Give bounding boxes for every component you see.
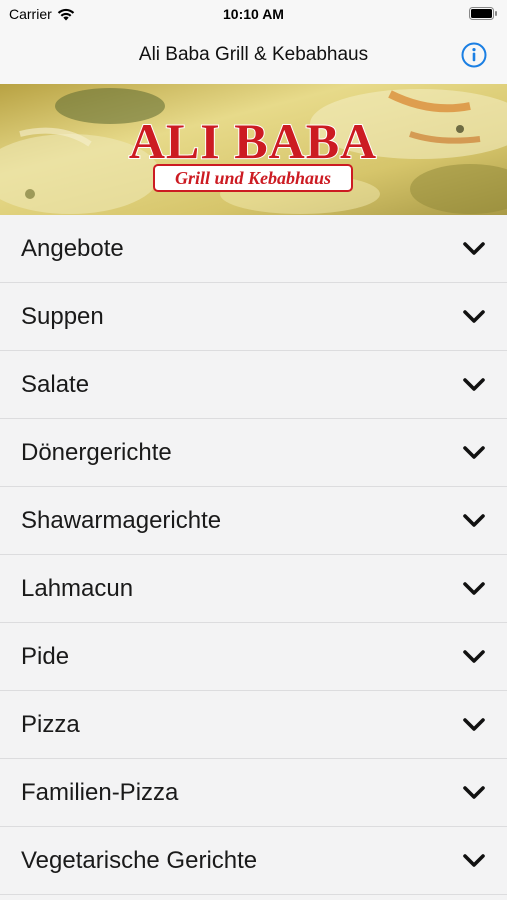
menu-category-row[interactable]: Pide bbox=[0, 623, 507, 691]
page-title: Ali Baba Grill & Kebabhaus bbox=[138, 44, 369, 65]
chevron-down-icon[interactable] bbox=[462, 241, 486, 257]
ali-baba-logo: ALI BABA Grill und Kebabhaus bbox=[128, 112, 377, 192]
menu-category-list: Angebote Suppen Salate Dönergerichte Shawarm… bbox=[0, 215, 507, 895]
restaurant-banner: ALI BABA Grill und Kebabhaus bbox=[0, 84, 507, 215]
logo-title: ALI BABA bbox=[129, 113, 377, 169]
chevron-down-icon[interactable] bbox=[462, 785, 486, 801]
menu-category-label: Dönergerichte bbox=[21, 439, 172, 466]
status-time: 10:10 AM bbox=[223, 6, 284, 22]
menu-category-label: Suppen bbox=[21, 303, 104, 330]
menu-category-label: Angebote bbox=[21, 235, 124, 262]
battery-icon bbox=[469, 7, 497, 20]
menu-category-row[interactable]: Familien-Pizza bbox=[0, 759, 507, 827]
navigation-bar: Ali Baba Grill & Kebabhaus bbox=[0, 27, 507, 84]
status-bar: Carrier 10:10 AM bbox=[0, 0, 507, 27]
menu-category-label: Shawarmagerichte bbox=[21, 507, 222, 534]
menu-category-label: Pizza bbox=[21, 711, 80, 738]
chevron-down-icon[interactable] bbox=[462, 581, 486, 597]
menu-category-row[interactable]: Vegetarische Gerichte bbox=[0, 827, 507, 895]
menu-category-label: Salate bbox=[21, 371, 90, 398]
info-icon[interactable] bbox=[461, 42, 487, 68]
menu-category-row[interactable]: Pizza bbox=[0, 691, 507, 759]
menu-category-row[interactable]: Shawarmagerichte bbox=[0, 487, 507, 555]
chevron-down-icon[interactable] bbox=[462, 377, 486, 393]
chevron-down-icon[interactable] bbox=[462, 445, 486, 461]
menu-category-label: Pide bbox=[21, 643, 70, 670]
menu-category-row[interactable]: Salate bbox=[0, 351, 507, 419]
chevron-down-icon[interactable] bbox=[462, 717, 486, 733]
menu-category-label: Lahmacun bbox=[21, 575, 134, 602]
menu-category-row[interactable]: Dönergerichte bbox=[0, 419, 507, 487]
chevron-down-icon[interactable] bbox=[462, 513, 486, 529]
chevron-down-icon[interactable] bbox=[462, 649, 486, 665]
logo-subtitle: Grill und Kebabhaus bbox=[175, 168, 331, 188]
menu-category-row[interactable]: Angebote bbox=[0, 215, 507, 283]
menu-category-label: Familien-Pizza bbox=[21, 779, 179, 806]
menu-category-row[interactable]: Suppen bbox=[0, 283, 507, 351]
chevron-down-icon[interactable] bbox=[462, 853, 486, 869]
menu-category-label: Vegetarische Gerichte bbox=[21, 847, 258, 874]
chevron-down-icon[interactable] bbox=[462, 309, 486, 325]
menu-category-row[interactable]: Lahmacun bbox=[0, 555, 507, 623]
